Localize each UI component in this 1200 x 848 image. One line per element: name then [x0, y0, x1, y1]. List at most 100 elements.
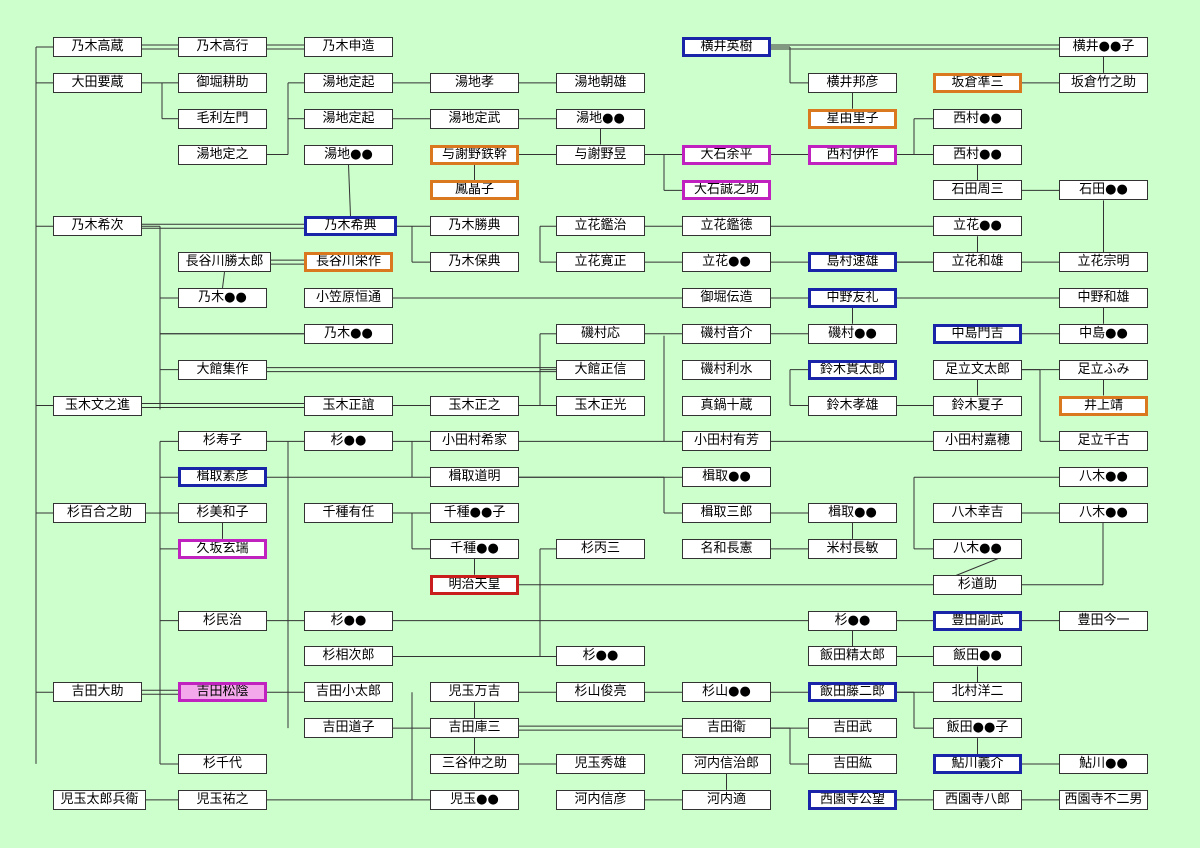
person-box-yosano-noboru: 与謝野昱: [556, 144, 645, 165]
person-box-sugi-hisako: 杉寿子: [178, 431, 267, 452]
person-box-katori-saburo: 楫取三郎: [682, 503, 771, 524]
person-box-saionji-fujio: 西園寺不二男: [1059, 789, 1148, 810]
person-box-hasegawa-katsutaro: 長谷川勝太郎: [178, 252, 271, 273]
person-box-suzuki-natsuko: 鈴木夏子: [933, 395, 1022, 416]
person-box-ishida-x: 石田●●: [1059, 180, 1148, 201]
person-box-tachibana-kansei: 立花寛正: [556, 252, 645, 273]
person-box-nogi-takayuki: 乃木高行: [178, 37, 267, 57]
person-box-yuchi-y: 湯地●●: [556, 108, 645, 129]
person-box-yokoi-eiju: 横井英樹: [682, 37, 771, 57]
person-box-sugiyama-x: 杉山●●: [682, 682, 771, 703]
person-box-katori-michiaki: 楫取道明: [430, 467, 519, 488]
person-box-yoshida-takeshi: 吉田武: [808, 718, 897, 739]
person-box-ogasawara: 小笠原恒通: [304, 287, 393, 308]
person-box-kodama-hideo: 児玉秀雄: [556, 754, 645, 774]
person-box-katori-x2: 楫取●●: [808, 503, 897, 524]
person-box-chigusa-x2: 千種●●: [430, 538, 519, 559]
person-box-iida-x2: 飯田●●子: [933, 718, 1022, 739]
person-box-yoshida-kozo: 吉田庫三: [430, 718, 519, 739]
person-box-yoshida-daisuke: 吉田大助: [53, 682, 142, 703]
person-box-kodama-x: 児玉●●: [430, 789, 519, 810]
person-box-yagi-kokichi: 八木幸吉: [933, 503, 1022, 524]
person-box-yagi-x3: 八木●●: [933, 538, 1022, 559]
person-box-nakajima-x: 中島●●: [1059, 323, 1148, 344]
person-box-sugi-heizo: 杉丙三: [556, 538, 645, 559]
person-box-yokoi-x: 横井●●子: [1059, 37, 1148, 57]
person-box-yuchi-sadamoto2: 湯地定起: [304, 108, 393, 129]
person-box-yuchi-x: 湯地●●: [304, 144, 393, 165]
person-box-sugi-michisuke: 杉道助: [933, 574, 1022, 595]
person-box-chigusa-aritou: 千種有任: [304, 503, 393, 524]
person-box-kodama-taro: 児玉太郎兵衛: [53, 789, 146, 810]
person-box-nakano-kazuo: 中野和雄: [1059, 287, 1148, 308]
person-box-nishimura-x1: 西村●●: [933, 108, 1022, 129]
person-box-suzuki-takao: 鈴木孝雄: [808, 395, 897, 416]
person-box-tamaki-masayoshi: 玉木正誼: [304, 395, 393, 416]
person-box-nogi-maresuke: 乃木希次: [53, 216, 142, 237]
person-box-toyoda-konichi: 豊田今一: [1059, 610, 1148, 631]
person-box-yuchi-sadatake: 湯地定武: [430, 108, 519, 129]
person-box-sugi-aijiro: 杉相次郎: [304, 646, 393, 667]
person-box-nakano-tomonori: 中野友礼: [808, 287, 897, 308]
person-box-nogi-yasunori: 乃木保典: [430, 252, 519, 273]
person-box-sugi-yurinosuke: 杉百合之助: [53, 503, 146, 524]
person-box-yosano-tekkan: 与謝野鉄幹: [430, 144, 519, 165]
person-box-isomura-o: 磯村応: [556, 323, 645, 344]
person-box-sugi-x2: 杉●●: [304, 610, 393, 631]
person-box-kochi-shinjiro: 河内信治郎: [682, 754, 771, 774]
person-box-ota-yozo: 大田要蔵: [53, 72, 142, 93]
person-box-odate-shusaku: 大館集作: [178, 359, 267, 380]
person-box-nogi-b: 乃木●●: [304, 323, 393, 344]
person-box-toyoda-soemu: 豊田副武: [933, 610, 1022, 631]
person-box-yoshida-mamoru: 吉田衛: [682, 718, 771, 739]
person-box-nakajima-monkichi: 中島門吉: [933, 323, 1022, 344]
person-box-sugi-tamiji: 杉民治: [178, 610, 267, 631]
person-box-isomura-risui: 磯村利水: [682, 359, 771, 380]
person-box-meiji: 明治天皇: [430, 574, 519, 595]
person-box-hasegawa-eisaku: 長谷川栄作: [304, 252, 393, 273]
person-box-yokoi-kunihiko: 横井邦彦: [808, 72, 897, 93]
person-box-nogi-a: 乃木●●: [178, 287, 267, 308]
person-box-inoue-yasushi: 井上靖: [1059, 395, 1148, 416]
person-box-adachi-chikako: 足立千古: [1059, 431, 1148, 452]
family-tree-diagram: 乃木高蔵 乃木高行 乃木申造 大田要蔵 御堀耕助 毛利左門 湯地定之 湯地定起 湯地定起 湯地●●…: [0, 0, 1200, 848]
person-box-yoshida-kotaro: 吉田小太郎: [304, 682, 393, 703]
person-box-sakakura-junzo: 坂倉準三: [933, 72, 1022, 93]
person-box-tachibana-x: 立花●●: [682, 252, 771, 273]
person-box-tachibana-kazuo: 立花和雄: [933, 252, 1022, 273]
person-box-tamaki-bunnoshin: 玉木文之進: [53, 395, 142, 416]
person-box-chigusa-x1: 千種●●子: [430, 503, 519, 524]
connector-line-31: [348, 164, 351, 217]
person-box-nogi-katsunori: 乃木勝典: [430, 216, 519, 237]
person-box-sugi-chiyo: 杉千代: [178, 754, 267, 774]
person-box-yoshida-hiroshi: 吉田紘: [808, 754, 897, 774]
person-box-sugi-miwako: 杉美和子: [178, 503, 267, 524]
person-box-tachibana-kanji: 立花鑑治: [556, 216, 645, 237]
person-box-yuchi-asao: 湯地朝雄: [556, 72, 645, 93]
person-box-tachibana-y: 立花●●: [933, 216, 1022, 237]
person-box-odate-masanobu: 大館正信: [556, 359, 645, 380]
person-box-yuchi-sadamoto: 湯地定起: [304, 72, 393, 93]
person-box-sakakura-takenosuke: 坂倉竹之助: [1059, 72, 1148, 93]
person-box-yosano-akiko: 鳳晶子: [430, 180, 519, 201]
person-box-kitamura-yoji: 北村洋二: [933, 682, 1022, 703]
person-box-iida-x1: 飯田●●: [933, 646, 1022, 667]
person-box-mihori-nobumichi: 御堀伝造: [682, 287, 771, 308]
person-box-nishimura-x2: 西村●●: [933, 144, 1022, 165]
person-box-mihori-kosuke: 御堀耕助: [178, 72, 267, 93]
person-box-tamaki-masayuki: 玉木正之: [430, 395, 519, 416]
person-box-katori-motohiko: 楫取素彦: [178, 467, 267, 488]
person-box-oishi-seinosuke: 大石誠之助: [682, 180, 771, 201]
person-box-nogi-takakura: 乃木高蔵: [53, 37, 142, 57]
person-box-kodama-mankichi: 児玉万吉: [430, 682, 519, 703]
person-box-tachibana-muneaki: 立花宗明: [1059, 252, 1148, 273]
connector-line-29: [222, 272, 225, 289]
person-box-nogi-nobuzo: 乃木申造: [304, 37, 393, 57]
person-box-katori-x1: 楫取●●: [682, 467, 771, 488]
person-box-mitani: 三谷仲之助: [430, 754, 519, 774]
person-box-kusaka-genzui: 久坂玄瑞: [178, 538, 267, 559]
person-box-iida-tojiro: 飯田藤二郎: [808, 682, 897, 703]
person-box-sugi-x3: 杉●●: [808, 610, 897, 631]
person-box-yuchi-sadayuki: 湯地定之: [178, 144, 267, 165]
person-box-kodama-sukeyuki: 児玉祐之: [178, 789, 267, 810]
